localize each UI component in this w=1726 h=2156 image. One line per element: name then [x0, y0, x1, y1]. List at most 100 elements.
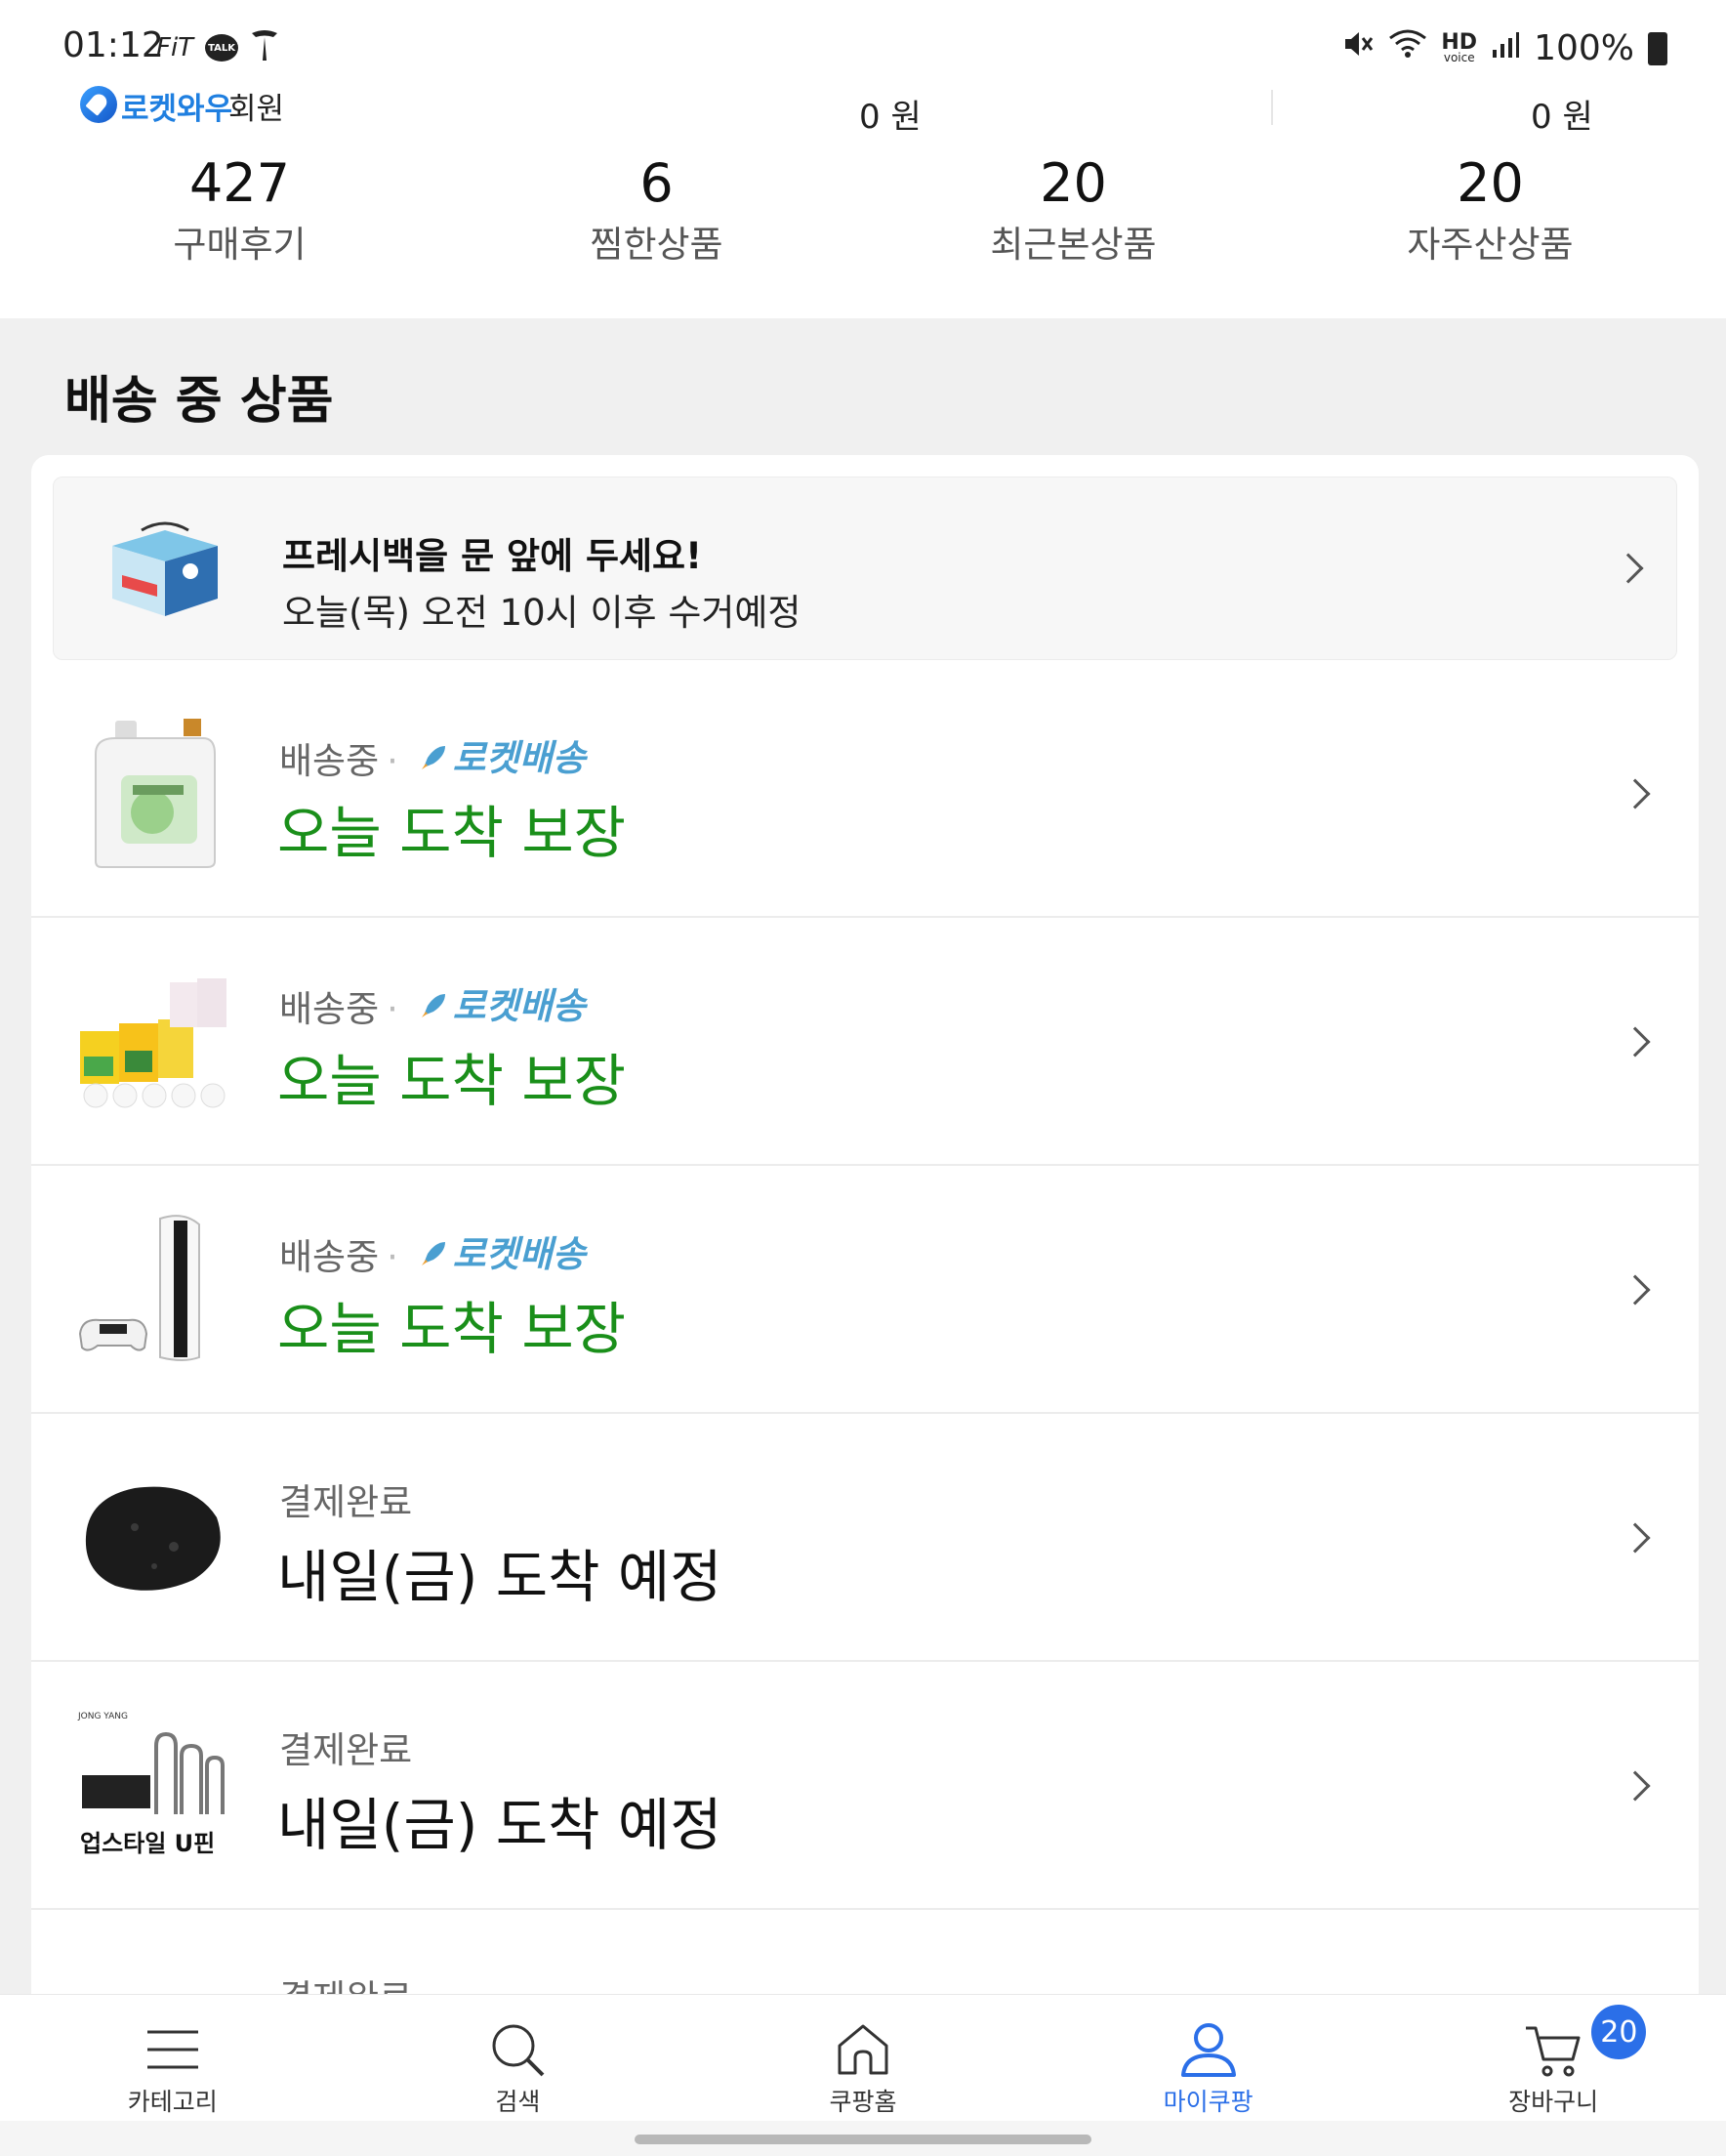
- rocket-delivery-badge: 로켓배송: [418, 1224, 586, 1277]
- rocket-icon: [418, 740, 447, 769]
- thumb-brand-text: JONG YANG: [77, 1712, 128, 1721]
- u-pin-image: JONG YANG 업스타일 U핀: [76, 1707, 232, 1863]
- status-text: 결제완료: [279, 1481, 413, 1523]
- nav-category[interactable]: 카테고리: [0, 1995, 346, 2121]
- rocket-delivery-badge: 로켓배송: [418, 728, 586, 781]
- gesture-bar-area: [0, 2121, 1726, 2156]
- rocket-icon: [418, 988, 447, 1017]
- shipping-card: 프레시백을 문 앞에 두세요! 오늘(목) 오전 10시 이후 수거예정 배송중…: [31, 455, 1699, 2017]
- count-value: 6: [639, 152, 674, 214]
- order-eta: 내일(금) 도착 예정: [277, 1792, 722, 1858]
- rocket-delivery-label: 로켓배송: [452, 985, 586, 1027]
- black-sponge-image: [76, 1459, 232, 1615]
- count-label: 구매후기: [173, 224, 307, 266]
- member-label: 회원: [228, 92, 285, 127]
- snack-boxes-image: [76, 963, 232, 1119]
- kakaotalk-icon: TALK: [205, 34, 239, 62]
- count-recently-viewed[interactable]: 20 최근본상품: [865, 146, 1282, 273]
- battery-icon: [1648, 31, 1667, 65]
- order-eta: 오늘 도착 보장: [277, 1048, 627, 1114]
- thumb-caption-text: 업스타일 U핀: [80, 1830, 215, 1857]
- rocket-delivery-badge: 로켓배송: [418, 976, 586, 1029]
- mute-icon: [1341, 27, 1375, 69]
- status-text: 결제완료: [279, 1729, 413, 1771]
- section-title: 배송 중 상품: [64, 372, 334, 431]
- chevron-right-icon: [1620, 1274, 1651, 1306]
- count-value: 20: [1040, 152, 1107, 214]
- separator-dot: ·: [387, 1236, 398, 1278]
- rocket-wow-logo-icon: [80, 86, 117, 123]
- search-icon: [488, 2020, 547, 2079]
- order-eta: 오늘 도착 보장: [277, 800, 627, 866]
- nav-label: 검색: [495, 2088, 541, 2116]
- count-value: 20: [1457, 152, 1524, 214]
- order-status: 배송중 · 로켓배송: [279, 728, 586, 784]
- nav-my-coupang[interactable]: 마이쿠팡: [1036, 1995, 1381, 2121]
- order-eta: 오늘 도착 보장: [277, 1296, 627, 1362]
- my-coupang-page: 01:12 FiT TALK HD voice 100% 로켓와우 회원 0 원…: [0, 0, 1726, 2156]
- tesla-icon: [250, 29, 279, 66]
- separator-dot: ·: [387, 740, 398, 782]
- hd-voice-icon: HD voice: [1441, 32, 1477, 64]
- count-value: 427: [188, 152, 291, 214]
- count-wishlist[interactable]: 6 찜한상품: [448, 146, 865, 273]
- order-row[interactable]: 결제완료 내일(금) 도착 예정: [31, 1414, 1699, 1662]
- fresh-bag-subtitle: 오늘(목) 오전 10시 이후 수거예정: [282, 592, 801, 634]
- status-time: 01:12: [62, 25, 164, 65]
- member-row: 로켓와우 회원 0 원 0 원: [0, 78, 1726, 137]
- voice-text: voice: [1443, 51, 1475, 64]
- nav-label: 카테고리: [127, 2088, 218, 2116]
- status-right-icons: HD voice 100%: [1341, 27, 1667, 69]
- fresh-bag-title: 프레시백을 문 앞에 두세요!: [282, 535, 702, 577]
- nav-search[interactable]: 검색: [346, 1995, 691, 2121]
- order-row[interactable]: JONG YANG 업스타일 U핀 결제완료 내일(금) 도착 예정: [31, 1662, 1699, 1910]
- chevron-right-icon: [1613, 553, 1644, 584]
- order-status: 결제완료: [279, 1472, 412, 1525]
- count-label: 찜한상품: [590, 224, 723, 266]
- detergent-image: [76, 715, 232, 871]
- home-icon: [834, 2020, 892, 2079]
- count-label: 최근본상품: [990, 224, 1157, 266]
- count-reviews[interactable]: 427 구매후기: [31, 146, 448, 273]
- order-row[interactable]: 배송중 · 로켓배송 오늘 도착 보장: [31, 918, 1699, 1166]
- signal-icon: [1491, 28, 1520, 68]
- divider: [1271, 90, 1273, 125]
- wifi-icon: [1388, 28, 1427, 68]
- fit-icon: FiT: [156, 33, 194, 62]
- activity-counts: 427 구매후기 6 찜한상품 20 최근본상품 20 자주산상품: [0, 146, 1726, 273]
- order-eta: 내일(금) 도착 예정: [277, 1544, 722, 1610]
- order-row[interactable]: 배송중 · 로켓배송 오늘 도착 보장: [31, 1166, 1699, 1414]
- order-status: 배송중 · 로켓배송: [279, 976, 586, 1032]
- rocket-delivery-label: 로켓배송: [452, 1233, 586, 1275]
- person-icon: [1179, 2020, 1238, 2079]
- rocket-wow-badge[interactable]: 로켓와우: [121, 84, 232, 128]
- fresh-bag-image: [103, 517, 227, 620]
- rocket-delivery-label: 로켓배송: [452, 737, 586, 779]
- nav-label: 마이쿠팡: [1163, 2088, 1253, 2116]
- coupang-point-amount[interactable]: 0 원: [1531, 90, 1593, 138]
- nav-label: 장바구니: [1508, 2088, 1599, 2116]
- order-status: 배송중 · 로켓배송: [279, 1224, 586, 1280]
- fresh-bag-banner[interactable]: 프레시백을 문 앞에 두세요! 오늘(목) 오전 10시 이후 수거예정: [53, 477, 1677, 660]
- separator-dot: ·: [387, 988, 398, 1030]
- home-indicator[interactable]: [635, 2135, 1091, 2144]
- nav-label: 쿠팡홈: [829, 2088, 897, 2116]
- nav-cart[interactable]: 20 장바구니: [1380, 1995, 1726, 2121]
- status-text: 배송중: [279, 1236, 380, 1278]
- cart-icon: [1524, 2020, 1582, 2079]
- nav-home[interactable]: 쿠팡홈: [690, 1995, 1036, 2121]
- cart-count-badge: 20: [1591, 2005, 1647, 2059]
- status-text: 배송중: [279, 740, 380, 782]
- order-row[interactable]: 배송중 · 로켓배송 오늘 도착 보장: [31, 670, 1699, 918]
- chevron-right-icon: [1620, 778, 1651, 809]
- rocket-icon: [418, 1236, 447, 1265]
- count-frequently-bought[interactable]: 20 자주산상품: [1282, 146, 1699, 273]
- chevron-right-icon: [1620, 1026, 1651, 1057]
- status-left-icons: FiT TALK: [156, 29, 279, 66]
- order-status: 결제완료: [279, 1721, 412, 1773]
- battery-percent: 100%: [1534, 28, 1634, 68]
- chevron-right-icon: [1620, 1770, 1651, 1802]
- status-text: 배송중: [279, 988, 380, 1030]
- coupang-cash-amount[interactable]: 0 원: [859, 90, 922, 138]
- bottom-navigation: 카테고리 검색 쿠팡홈 마이쿠팡 20 장바구니: [0, 1994, 1726, 2121]
